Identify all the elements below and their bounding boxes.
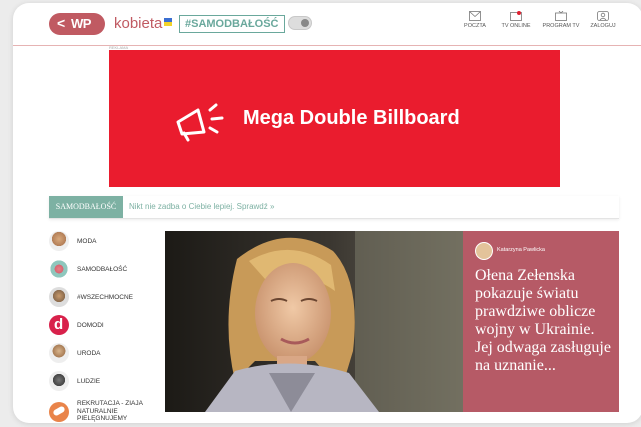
wp-logo: WP bbox=[71, 16, 91, 31]
domodi-logo-icon: d bbox=[49, 315, 69, 335]
mega-double-billboard[interactable]: Mega Double Billboard bbox=[109, 50, 560, 187]
theme-toggle[interactable] bbox=[288, 16, 312, 30]
heart-thumbnail-icon bbox=[49, 259, 69, 279]
nav-poczta-label: POCZTA bbox=[464, 23, 486, 29]
nav-zaloguj[interactable]: ZALOGUJ bbox=[581, 11, 625, 29]
ukraine-flag-icon bbox=[164, 18, 172, 26]
feature-photo[interactable] bbox=[165, 231, 463, 412]
nav-program-tv-label: PROGRAM TV bbox=[542, 23, 580, 29]
mail-icon bbox=[469, 11, 481, 21]
nav-program-tv[interactable]: PROGRAM TV bbox=[539, 11, 583, 29]
tv-live-icon bbox=[510, 11, 522, 21]
author-avatar bbox=[475, 242, 493, 260]
feature-card[interactable]: Katarzyna Pawlicka Ołena Zełenska pokazu… bbox=[463, 231, 619, 412]
nav-zaloguj-label: ZALOGUJ bbox=[590, 23, 616, 29]
ad-title: Mega Double Billboard bbox=[243, 107, 460, 129]
tv-icon bbox=[555, 11, 567, 21]
wszechmocne-thumbnail-icon bbox=[49, 287, 69, 307]
back-chevron-icon[interactable]: < bbox=[57, 15, 65, 31]
sidebar-item-label: #WSZECHMOCNE bbox=[77, 294, 133, 301]
sidebar-item-label: MODA bbox=[77, 238, 97, 245]
uroda-thumbnail-icon bbox=[49, 343, 69, 363]
browser-frame: < WP kobieta #SAMODBAŁOŚĆ POCZTA TV ONLI… bbox=[13, 3, 641, 423]
sidebar-item-rekrutacja[interactable]: REKRUTACJA - ZIAJA NATURALNIE PIELĘGNUJE… bbox=[49, 399, 164, 423]
logo-button[interactable]: < WP bbox=[49, 13, 105, 35]
sidebar-item-label: SAMODBAŁOŚĆ bbox=[77, 266, 128, 273]
ludzie-thumbnail-icon bbox=[49, 371, 69, 391]
nav-tv-online-label: TV ONLINE bbox=[501, 23, 531, 29]
top-bar: < WP kobieta #SAMODBAŁOŚĆ POCZTA TV ONLI… bbox=[13, 3, 641, 46]
moda-thumbnail-icon bbox=[49, 231, 69, 251]
sidebar-item-label: URODA bbox=[77, 350, 101, 357]
user-icon bbox=[597, 11, 609, 21]
megaphone-icon bbox=[176, 103, 224, 142]
nav-poczta[interactable]: POCZTA bbox=[453, 11, 497, 29]
sidebar-item-label: REKRUTACJA - ZIAJA NATURALNIE PIELĘGNUJE… bbox=[77, 400, 143, 422]
section-strip[interactable]: SAMODBAŁOŚĆ Nikt nie zadba o Ciebie lepi… bbox=[49, 196, 619, 219]
strip-link[interactable]: Nikt nie zadba o Ciebie lepiej. Sprawdź … bbox=[129, 196, 274, 218]
sidebar-item-label: LUDZIE bbox=[77, 378, 101, 385]
ziaja-thumbnail-icon bbox=[49, 402, 69, 422]
feature-headline[interactable]: Ołena Zełenska pokazuje światu prawdziwe… bbox=[475, 267, 613, 375]
sidebar-item-label: DOMODI bbox=[77, 322, 104, 329]
author-name[interactable]: Katarzyna Pawlicka bbox=[497, 247, 545, 253]
brand-link[interactable]: kobieta bbox=[114, 15, 162, 32]
section-tag[interactable]: #SAMODBAŁOŚĆ bbox=[179, 15, 285, 33]
feature-photo-image bbox=[165, 231, 463, 412]
strip-tag[interactable]: SAMODBAŁOŚĆ bbox=[49, 196, 123, 218]
nav-tv-online[interactable]: TV ONLINE bbox=[494, 11, 538, 29]
